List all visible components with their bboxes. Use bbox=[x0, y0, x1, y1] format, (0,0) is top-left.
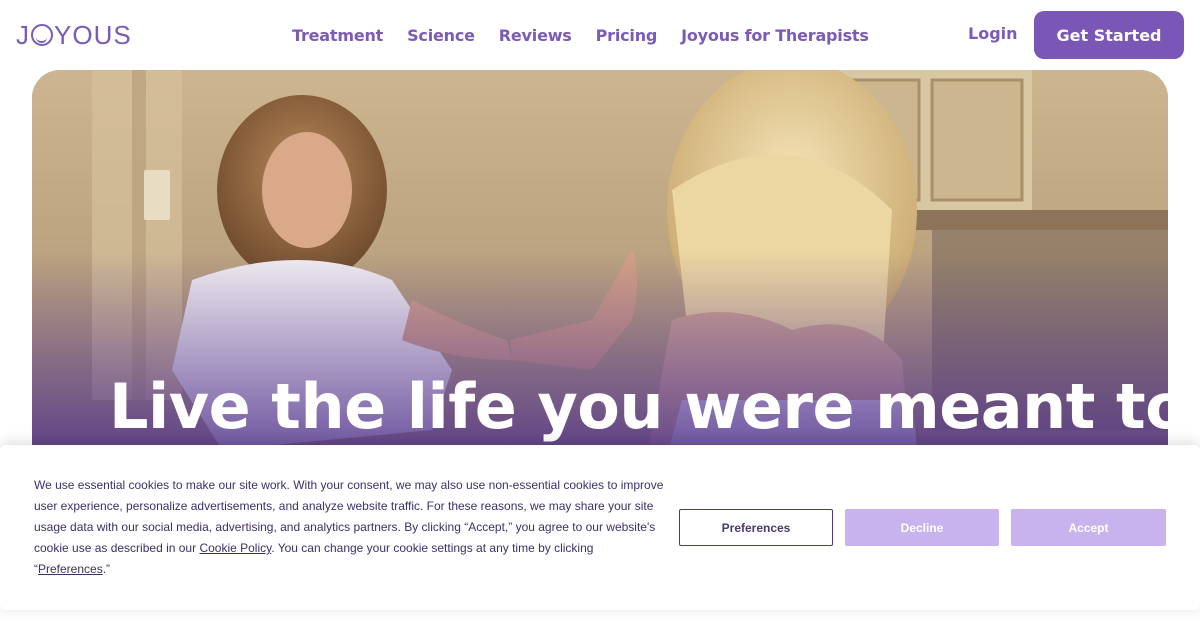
cookie-banner-text: We use essential cookies to make our sit… bbox=[34, 475, 664, 580]
hero-headline: Live the life you were meant to bbox=[109, 370, 1168, 443]
cookie-policy-link[interactable]: Cookie Policy bbox=[199, 541, 271, 555]
nav-joyous-for-therapists[interactable]: Joyous for Therapists bbox=[681, 26, 869, 45]
cookie-text-part3: .” bbox=[102, 562, 111, 576]
accept-button[interactable]: Accept bbox=[1011, 509, 1166, 546]
decline-button[interactable]: Decline bbox=[845, 509, 999, 546]
preferences-button[interactable]: Preferences bbox=[679, 509, 833, 546]
nav-science[interactable]: Science bbox=[407, 26, 475, 45]
cookie-preferences-link[interactable]: Preferences bbox=[38, 562, 103, 576]
nav-reviews[interactable]: Reviews bbox=[499, 26, 572, 45]
get-started-button[interactable]: Get Started bbox=[1034, 11, 1184, 59]
cookie-banner: We use essential cookies to make our sit… bbox=[0, 445, 1200, 610]
main-nav: Treatment Science Reviews Pricing Joyous… bbox=[292, 0, 869, 70]
joyous-logo[interactable]: J YOUS bbox=[16, 20, 132, 50]
nav-treatment[interactable]: Treatment bbox=[292, 26, 383, 45]
login-link[interactable]: Login bbox=[968, 24, 1018, 43]
nav-pricing[interactable]: Pricing bbox=[596, 26, 658, 45]
site-header: J YOUS Treatment Science Reviews Pricing … bbox=[0, 0, 1200, 70]
